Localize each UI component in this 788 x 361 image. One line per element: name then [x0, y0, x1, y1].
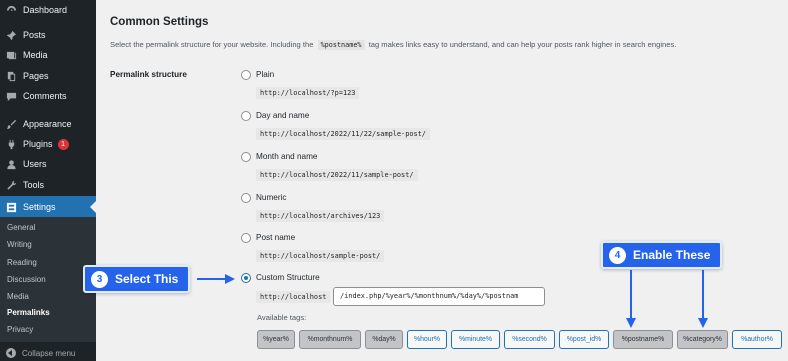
example-url-day-and-name: http://localhost/2022/11/22/sample-post/ [256, 128, 430, 140]
option-label-plain: Plain [256, 70, 275, 79]
sidebar-item-label: Appearance [23, 119, 72, 129]
pin-icon [5, 29, 17, 41]
tag-button-category[interactable]: %category% [677, 330, 728, 349]
sidebar-item-tools[interactable]: Tools [0, 175, 96, 195]
sidebar-item-comments[interactable]: Comments [0, 86, 96, 106]
permalink-structure-label: Permalink structure [110, 70, 187, 79]
callout-select-this: 3 Select This [83, 265, 191, 293]
sidebar-item-plugins[interactable]: Plugins 1 [0, 134, 96, 154]
radio-numeric[interactable] [241, 193, 251, 203]
sidebar-item-settings[interactable]: Settings [0, 196, 96, 218]
plug-icon [5, 138, 17, 150]
option-label-month-and-name: Month and name [256, 152, 318, 161]
callout-text: Select This [115, 272, 179, 286]
tag-button-minute[interactable]: %minute% [451, 330, 500, 349]
media-icon [5, 49, 17, 61]
tag-button-second[interactable]: %second% [504, 330, 555, 349]
custom-structure-base-url: http://localhost [256, 291, 331, 303]
sidebar-item-label: Posts [23, 30, 46, 40]
available-tags-label: Available tags: [257, 313, 307, 322]
update-count-badge: 1 [57, 138, 69, 150]
dashboard-icon [5, 4, 17, 16]
postname-code: %postname% [317, 40, 365, 50]
sidebar-item-appearance[interactable]: Appearance [0, 114, 96, 134]
wrench-icon [5, 179, 17, 191]
sidebar-item-label: Settings [23, 202, 56, 212]
sidebar-item-posts[interactable]: Posts [0, 25, 96, 45]
tag-button-post-id[interactable]: %post_id% [559, 330, 609, 349]
radio-plain[interactable] [241, 70, 251, 80]
sidebar-item-label: Media [23, 50, 48, 60]
radio-month-and-name[interactable] [241, 152, 251, 162]
sidebar-item-label: Tools [23, 180, 45, 190]
tag-button-hour[interactable]: %hour% [407, 330, 447, 349]
intro-text-before: Select the permalink structure for your … [110, 40, 314, 49]
settings-icon [5, 201, 17, 213]
radio-custom-structure[interactable] [241, 273, 251, 283]
settings-submenu: General Writing Reading Discussion Media… [0, 217, 96, 342]
user-icon [5, 158, 17, 170]
collapse-menu-label: Collapse menu [22, 348, 76, 358]
collapse-menu-button[interactable]: Collapse menu [0, 345, 96, 361]
submenu-item-permalinks[interactable]: Permalinks [7, 308, 50, 317]
submenu-item-writing[interactable]: Writing [7, 240, 32, 249]
sidebar-item-dashboard[interactable]: Dashboard [0, 0, 96, 20]
brush-icon [5, 118, 17, 130]
sidebar-item-label: Users [23, 159, 47, 169]
option-label-post-name: Post name [256, 233, 296, 242]
sidebar-item-pages[interactable]: Pages [0, 66, 96, 86]
intro-text: Select the permalink structure for your … [110, 40, 677, 50]
tag-button-postname[interactable]: %postname% [613, 330, 673, 349]
submenu-item-reading[interactable]: Reading [7, 258, 37, 267]
example-url-post-name: http://localhost/sample-post/ [256, 250, 385, 262]
admin-sidebar: Dashboard Posts Media Pages Comments App… [0, 0, 96, 361]
callout-enable-these: 4 Enable These [601, 241, 723, 269]
collapse-arrow-icon [6, 348, 16, 358]
sidebar-item-label: Pages [23, 71, 49, 81]
option-label-custom-structure: Custom Structure [256, 273, 320, 282]
tag-button-author[interactable]: %author% [732, 330, 782, 349]
permalink-settings-panel: Common Settings Select the permalink str… [96, 0, 788, 361]
option-label-numeric: Numeric [256, 193, 287, 202]
sidebar-item-label: Plugins [23, 139, 53, 149]
sidebar-item-users[interactable]: Users [0, 154, 96, 174]
submenu-item-general[interactable]: General [7, 223, 35, 232]
step-number-badge: 3 [91, 270, 108, 288]
example-url-plain: http://localhost/?p=123 [256, 87, 360, 99]
tag-button-year[interactable]: %year% [257, 330, 295, 349]
section-title: Common Settings [110, 16, 209, 28]
example-url-month-and-name: http://localhost/2022/11/sample-post/ [256, 169, 418, 181]
custom-structure-input[interactable]: /index.php/%year%/%monthnum%/%day%/%post… [333, 287, 545, 306]
tag-button-day[interactable]: %day% [365, 330, 403, 349]
step-number-badge: 4 [609, 246, 626, 264]
sidebar-item-label: Dashboard [23, 5, 68, 15]
sidebar-item-label: Comments [23, 91, 67, 101]
submenu-item-discussion[interactable]: Discussion [7, 275, 46, 284]
option-label-day-and-name: Day and name [256, 111, 310, 120]
radio-post-name[interactable] [241, 233, 251, 243]
tag-button-monthnum[interactable]: %monthnum% [299, 330, 361, 349]
radio-day-and-name[interactable] [241, 111, 251, 121]
example-url-numeric: http://localhost/archives/123 [256, 210, 385, 222]
callout-text: Enable These [633, 248, 711, 262]
submenu-item-media[interactable]: Media [7, 292, 29, 301]
comment-icon [5, 90, 17, 102]
pages-icon [5, 70, 17, 82]
submenu-item-privacy[interactable]: Privacy [7, 325, 33, 334]
intro-text-after: tag makes links easy to understand, and … [368, 40, 677, 49]
sidebar-item-media[interactable]: Media [0, 45, 96, 65]
